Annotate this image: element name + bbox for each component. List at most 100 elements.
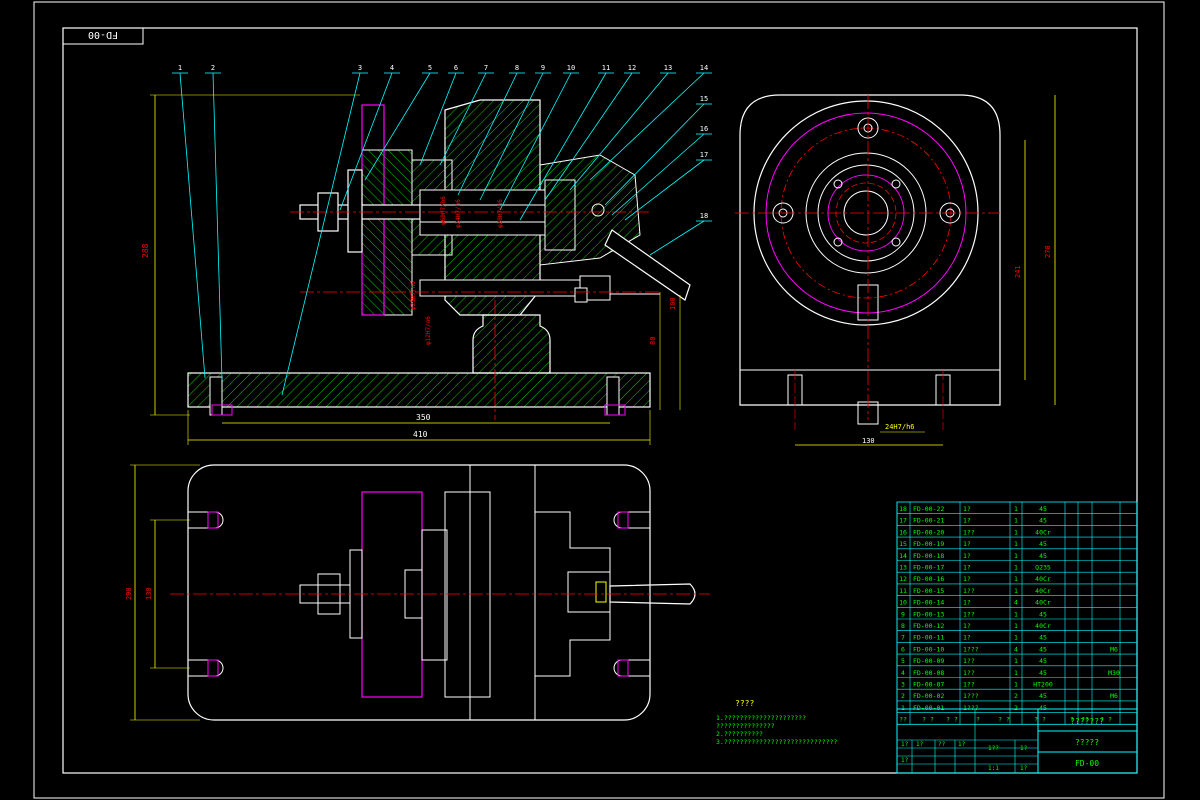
bom-cell: 45 [1039, 610, 1047, 618]
bom-cell: FD-00-19 [913, 540, 944, 548]
bom-cell: 5 [901, 657, 905, 665]
balloon-number: 11 [602, 64, 610, 72]
title-name: ??????? [1070, 717, 1104, 726]
balloon-number: 16 [700, 125, 708, 133]
bom-cell: 1 [1014, 669, 1018, 677]
side-outline [739, 94, 1001, 406]
tb-cell-5: 1? [1020, 745, 1028, 752]
bom-cell: 40Cr [1035, 599, 1051, 607]
bom-cell: 1?? [963, 669, 975, 677]
bom-cell: 7 [901, 634, 905, 642]
bom-cell: 1?? [963, 681, 975, 689]
bom-cell: FD-00-10 [913, 645, 944, 653]
bom-cell: 9 [901, 610, 905, 618]
dim-front-height: 288 [141, 243, 150, 258]
balloon-number: 8 [515, 64, 519, 72]
bom-cell: 45 [1039, 657, 1047, 665]
plan-view: 290 130 [125, 464, 710, 721]
handle-lever [604, 229, 691, 301]
bom-cell: 1??? [963, 692, 979, 700]
bom-cell: 45 [1039, 645, 1047, 653]
bom-cell: HT200 [1033, 681, 1053, 689]
fit-1: φ60H7/h6 [440, 196, 447, 225]
tb-cell-4: 1?? [988, 745, 999, 752]
bom-cell: 14 [899, 552, 907, 560]
bom-cell: 1? [963, 599, 971, 607]
dim-side-241: 241 [1014, 265, 1022, 278]
base-plate-section [187, 372, 651, 408]
balloon-number: 10 [567, 64, 575, 72]
title-code: FD-00 [1075, 759, 1099, 768]
bom-cell: FD-00-11 [913, 634, 944, 642]
balloon-leader [649, 220, 705, 256]
plan-outline [187, 464, 651, 721]
fit-3: φ20H7/h6 [497, 199, 504, 228]
bom-cell: 17 [899, 517, 907, 525]
bill-of-materials: 18 FD-00-22 1? 1 4517 FD-00-21 1? 1 4516 FD-00-20… [896, 501, 1138, 725]
bom-cell: 1 [1014, 540, 1018, 548]
dim-side-130: 130 [862, 437, 875, 445]
bom-cell: 11 [899, 587, 907, 595]
balloon-number: 13 [664, 64, 672, 72]
bom-cell: FD-00-20 [913, 528, 944, 536]
bom-header-cell: ?? [899, 716, 907, 724]
bom-cell: 45 [1039, 704, 1047, 712]
bom-cell: 1 [1014, 505, 1018, 513]
dim-front-80: 80 [649, 337, 657, 345]
front-section-view [187, 99, 691, 420]
title-unit: ????? [1075, 738, 1099, 747]
side-view: 270 241 130 24H7/h6 [735, 94, 1056, 446]
bom-cell: 1??? [963, 645, 979, 653]
bom-cell: 1 [1014, 657, 1018, 665]
tb-cell-8: 1? [1020, 765, 1028, 772]
bom-cell: 4 [1014, 599, 1018, 607]
balloon-number: 15 [700, 95, 708, 103]
dim-front-350: 350 [416, 413, 431, 422]
bom-header-cell: ? ? [946, 716, 958, 724]
fit-2: φ24H7/h6 [455, 199, 462, 228]
bom-cell: M6 [1110, 692, 1118, 700]
bom-cell: 1 [901, 704, 905, 712]
balloon-number: 17 [700, 151, 708, 159]
dim-front-410: 410 [413, 430, 428, 439]
bom-cell: 12 [899, 575, 907, 583]
notes-line-3: 2.?????????? [716, 730, 763, 738]
bom-cell: 4 [901, 669, 905, 677]
bom-cell: 1? [963, 564, 971, 572]
balloon-number: 6 [454, 64, 458, 72]
bom-cell: 1??? [963, 704, 979, 712]
bom-cell: M6 [1110, 645, 1118, 653]
tb-cell-0: 1? [901, 741, 909, 748]
balloon-number: 4 [390, 64, 394, 72]
bom-cell: FD-00-18 [913, 552, 944, 560]
bom-cell: 1 [1014, 610, 1018, 618]
bom-cell: 1 [1014, 587, 1018, 595]
bom-cell: FD-00-21 [913, 517, 944, 525]
tb-cell-2: ?? [938, 741, 946, 748]
tb-cell-6: 1? [901, 757, 909, 764]
bom-cell: 18 [899, 505, 907, 513]
bom-cell: FD-00-01 [913, 704, 944, 712]
notes-title: ???? [735, 699, 754, 708]
bom-cell: FD-00-15 [913, 587, 944, 595]
bom-cell: 1? [963, 540, 971, 548]
cad-drawing-sheet: FD-00 1 2 3 4 5 6 7 8 9 10 11 12 13 1415… [33, 1, 1165, 799]
bom-cell: FD-00-17 [913, 564, 944, 572]
bom-cell: 1?? [963, 528, 975, 536]
tb-cell-3: 1? [958, 741, 966, 748]
bom-cell: 1?? [963, 657, 975, 665]
bom-cell: 45 [1039, 540, 1047, 548]
bom-cell: 1 [1014, 552, 1018, 560]
column-support [472, 314, 551, 374]
bom-cell: 40Cr [1035, 622, 1051, 630]
bom-cell: FD-00-02 [913, 692, 944, 700]
bom-cell: 1? [963, 505, 971, 513]
bom-cell: 1? [963, 622, 971, 630]
bom-cell: Q235 [1035, 564, 1051, 572]
bom-cell: 6 [901, 645, 905, 653]
bom-cell: 16 [899, 528, 907, 536]
dim-front-100: 100 [669, 297, 677, 310]
balloon-number: 1 [178, 64, 182, 72]
bom-cell: 1 [1014, 634, 1018, 642]
bom-header-cell: ? [976, 716, 980, 724]
